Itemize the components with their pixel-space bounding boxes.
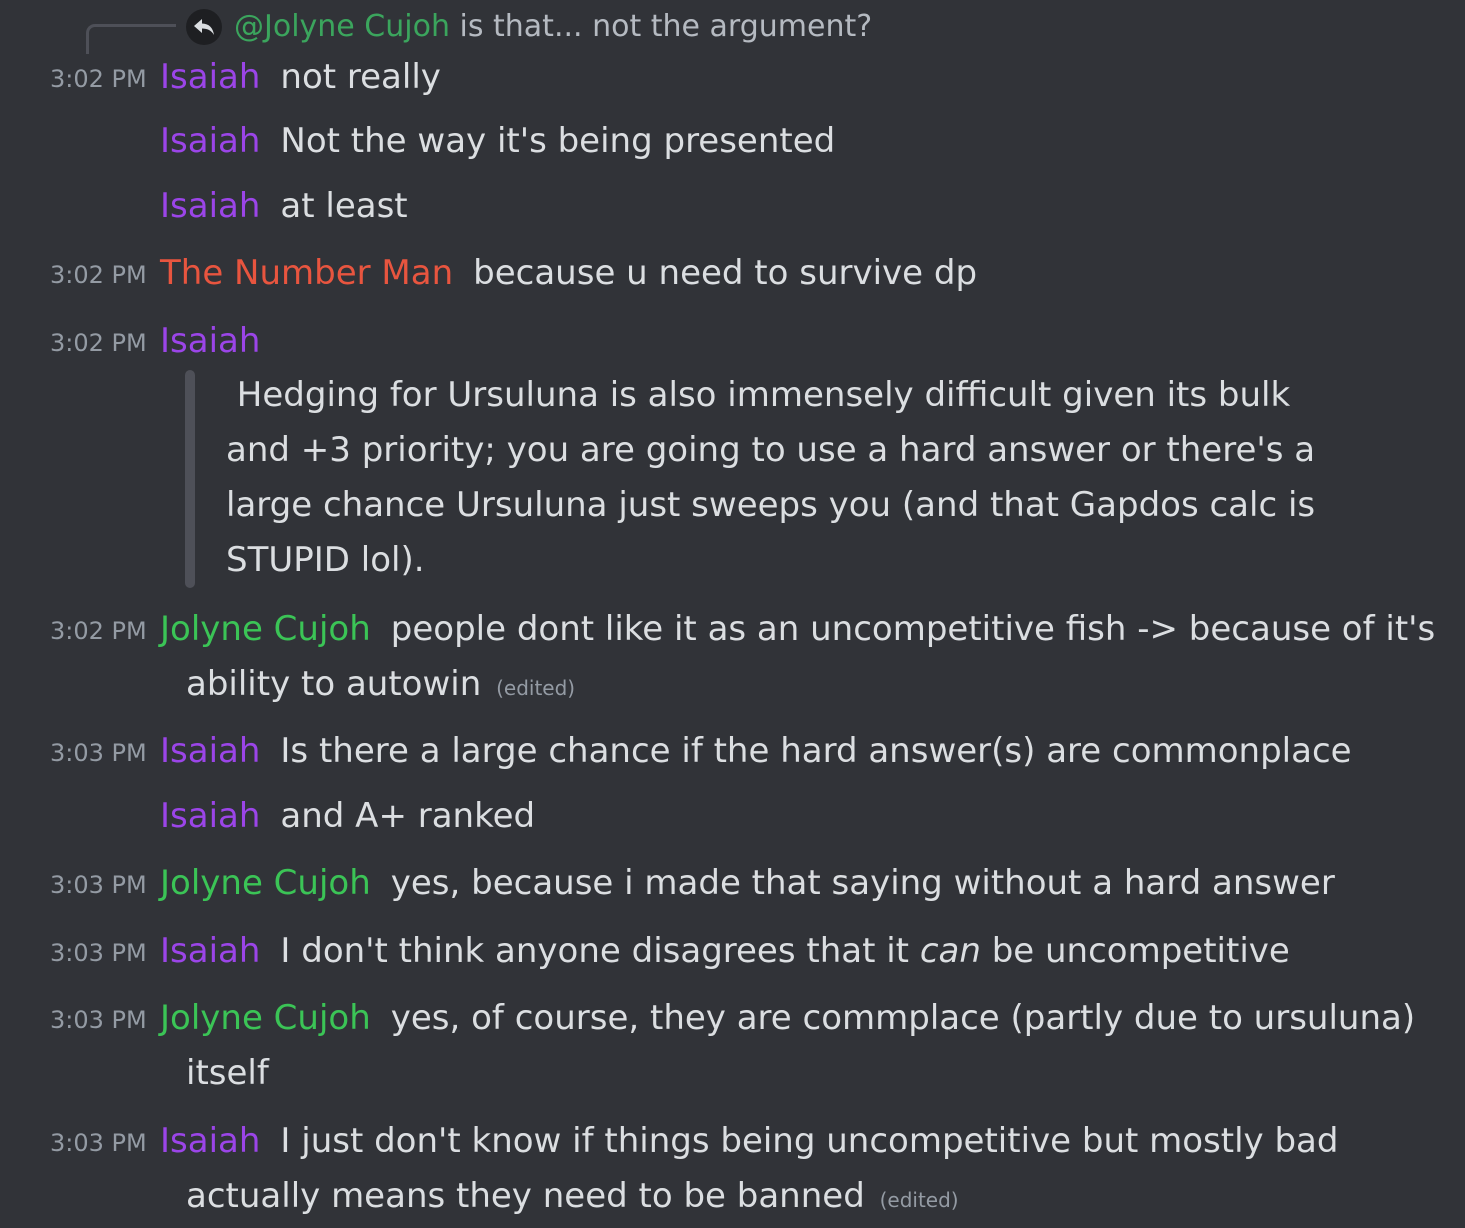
reply-mention[interactable]: @Jolyne Cujoh xyxy=(234,9,450,44)
message-author[interactable]: Isaiah xyxy=(160,121,260,161)
message-author[interactable]: Jolyne Cujoh xyxy=(160,998,371,1038)
message-content: Is there a large chance if the hard answ… xyxy=(280,731,1352,771)
message-content: because u need to survive dp xyxy=(473,253,978,293)
reply-text: is that... not the argument? xyxy=(459,9,873,44)
message-continuation-text: itself xyxy=(186,1053,269,1093)
message: 3:03 PM Isaiah I don't think anyone disag… xyxy=(0,924,1465,984)
message-author[interactable]: Isaiah xyxy=(160,57,260,97)
message: Isaiah and A+ ranked xyxy=(0,789,1465,849)
message: 3:02 PM Isaiah xyxy=(0,314,1465,374)
message-timestamp[interactable]: 3:03 PM xyxy=(50,739,147,767)
message-content: yes, because i made that saying without … xyxy=(390,863,1335,903)
message-author[interactable]: Jolyne Cujoh xyxy=(160,609,371,649)
message-continuation-text: ability to autowin xyxy=(186,664,482,704)
message-timestamp[interactable]: 3:02 PM xyxy=(50,617,147,645)
message-author[interactable]: Isaiah xyxy=(160,731,260,771)
reply-reference[interactable]: @Jolyne Cujoh is that... not the argumen… xyxy=(0,0,1465,56)
message-content: yes, of course, they are commplace (part… xyxy=(390,998,1416,1038)
message-timestamp[interactable]: 3:02 PM xyxy=(50,65,147,93)
emphasis-text: can xyxy=(919,931,981,971)
message-timestamp[interactable]: 3:02 PM xyxy=(50,329,147,357)
edited-label: (edited) xyxy=(879,1188,959,1212)
message-author[interactable]: Jolyne Cujoh xyxy=(160,863,371,903)
message: 3:03 PM Jolyne Cujoh yes, of course, they… xyxy=(0,991,1465,1106)
message: 3:03 PM Isaiah Is there a large chance if… xyxy=(0,724,1465,784)
message: 3:02 PM Jolyne Cujoh people dont like it … xyxy=(0,602,1465,717)
blockquote-bar xyxy=(185,370,195,588)
message-text: I don't think anyone disagrees that it xyxy=(280,931,920,971)
reply-preview: @Jolyne Cujoh is that... not the argumen… xyxy=(234,6,872,48)
blockquote-line: Hedging for Ursuluna is also immensely d… xyxy=(226,375,1291,415)
message: 3:03 PM Isaiah I just don't know if thing… xyxy=(0,1114,1465,1225)
message-timestamp[interactable]: 3:03 PM xyxy=(50,939,147,967)
message-content: I don't think anyone disagrees that it c… xyxy=(280,931,1289,971)
blockquote-line: and +3 priority; you are going to use a … xyxy=(226,430,1316,470)
blockquote-line: STUPID lol). xyxy=(226,540,425,580)
message-content: and A+ ranked xyxy=(280,796,536,836)
message-author[interactable]: Isaiah xyxy=(160,321,260,361)
blockquote: Hedging for Ursuluna is also immensely d… xyxy=(226,368,1346,588)
message: 3:03 PM Jolyne Cujoh yes, because i made … xyxy=(0,856,1465,916)
edited-label: (edited) xyxy=(496,676,576,700)
message: 3:02 PM The Number Man because u need to … xyxy=(0,246,1465,306)
message-author[interactable]: Isaiah xyxy=(160,186,260,226)
message-continuation: ability to autowin (edited) xyxy=(186,657,575,716)
message-content: Not the way it's being presented xyxy=(280,121,836,161)
reply-icon xyxy=(186,9,222,45)
message-author[interactable]: Isaiah xyxy=(160,796,260,836)
message: 3:02 PM Isaiah not really xyxy=(0,50,1465,110)
message-timestamp[interactable]: 3:03 PM xyxy=(50,1129,147,1157)
message-content: I just don't know if things being uncomp… xyxy=(280,1121,1339,1161)
message-continuation: actually means they need to be banned (e… xyxy=(186,1169,959,1228)
message-continuation: itself xyxy=(186,1046,269,1101)
message-timestamp[interactable]: 3:03 PM xyxy=(50,1006,147,1034)
message-content: at least xyxy=(280,186,408,226)
message-continuation-text: actually means they need to be banned xyxy=(186,1176,865,1216)
blockquote-line: large chance Ursuluna just sweeps you (a… xyxy=(226,485,1316,525)
message-author[interactable]: The Number Man xyxy=(160,253,453,293)
message-content: not really xyxy=(280,57,441,97)
message: Isaiah at least xyxy=(0,179,1465,239)
message: Isaiah Not the way it's being presented xyxy=(0,114,1465,174)
message-author[interactable]: Isaiah xyxy=(160,931,260,971)
message-text: be uncompetitive xyxy=(980,931,1290,971)
message-author[interactable]: Isaiah xyxy=(160,1121,260,1161)
message-timestamp[interactable]: 3:02 PM xyxy=(50,261,147,289)
message-content: people dont like it as an uncompetitive … xyxy=(390,609,1436,649)
message-timestamp[interactable]: 3:03 PM xyxy=(50,871,147,899)
